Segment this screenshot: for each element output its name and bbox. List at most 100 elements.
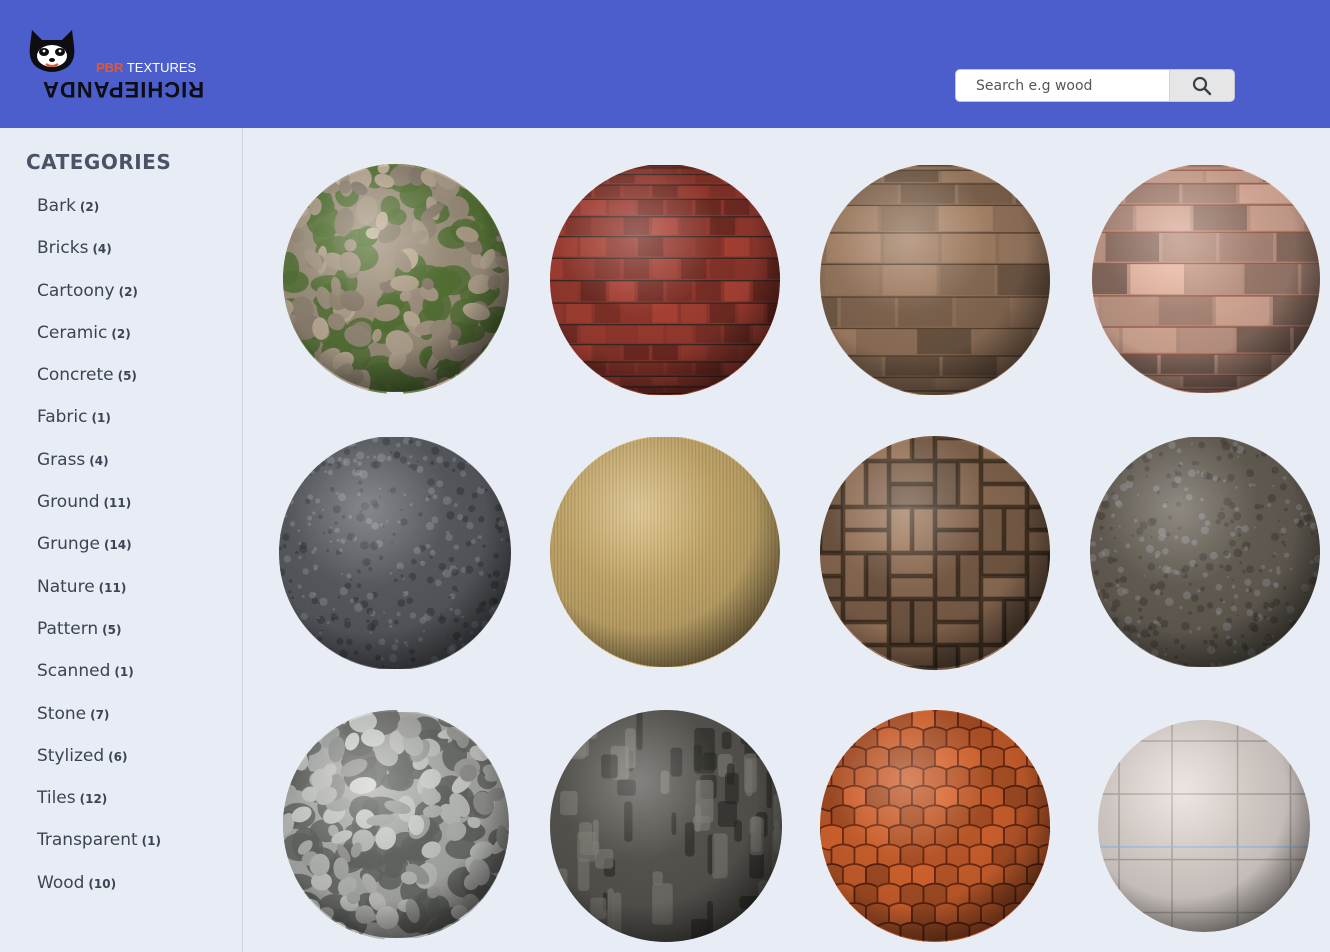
texture-sphere	[820, 436, 1050, 670]
category-count: (1)	[141, 834, 161, 849]
tree-bark-texture	[550, 710, 782, 942]
wood-planks-texture	[820, 165, 1050, 395]
texture-sphere	[550, 710, 782, 942]
category-item-tiles[interactable]: Tiles (12)	[37, 786, 161, 828]
category-item-cartoony[interactable]: Cartoony (2)	[37, 279, 161, 321]
category-label: Grunge	[37, 534, 100, 555]
search-button[interactable]	[1169, 70, 1234, 101]
category-item-stone[interactable]: Stone (7)	[37, 702, 161, 744]
category-list: Bark (2) Bricks (4) Cartoony (2) Ceramic (2)…	[37, 194, 161, 913]
knit-fabric-texture	[550, 437, 780, 667]
category-item-ground[interactable]: Ground (11)	[37, 490, 161, 532]
category-item-concrete[interactable]: Concrete (5)	[37, 363, 161, 405]
category-label: Grass	[37, 449, 86, 470]
texture-card-red-brick[interactable]	[548, 158, 788, 398]
sidebar-title: CATEGORIES	[26, 150, 172, 174]
category-label: Transparent	[37, 830, 138, 851]
category-count: (6)	[108, 749, 128, 764]
texture-card-herringbone-wood[interactable]	[818, 432, 1058, 672]
dark-asphalt-texture	[279, 436, 511, 669]
category-item-wood[interactable]: Wood (10)	[37, 871, 161, 913]
texture-card-forest-ground[interactable]	[1088, 432, 1328, 672]
category-count: (4)	[92, 242, 112, 257]
logo-brand: RICHIEPANDA	[42, 77, 205, 102]
texture-sphere	[283, 164, 509, 394]
category-label: Bark	[37, 196, 76, 216]
category-count: (1)	[114, 665, 134, 680]
category-label: Stone	[37, 703, 87, 724]
ceramic-tiles-texture	[1098, 720, 1310, 932]
category-label: Scanned	[37, 661, 111, 682]
category-label: Pattern	[37, 618, 99, 639]
category-count: (11)	[103, 496, 132, 511]
texture-card-mossy-cobblestone[interactable]	[280, 158, 520, 398]
texture-sphere	[820, 164, 1050, 396]
red-brick-texture	[550, 165, 780, 396]
herringbone-wood-texture	[820, 436, 1050, 670]
category-label: Nature	[37, 576, 95, 597]
texture-sphere	[283, 710, 509, 940]
roof-tiles-texture	[820, 710, 1050, 942]
forest-ground-texture	[1090, 436, 1320, 668]
texture-card-white-cobblestone[interactable]	[280, 706, 520, 946]
category-label: Ground	[37, 492, 100, 513]
category-item-stylized[interactable]: Stylized (6)	[37, 744, 161, 786]
category-count: (5)	[102, 622, 122, 637]
category-count: (14)	[103, 538, 132, 553]
category-label: Fabric	[37, 407, 88, 428]
category-count: (5)	[117, 369, 137, 384]
category-count: (7)	[90, 707, 110, 722]
category-count: (11)	[98, 580, 127, 595]
category-count: (2)	[79, 200, 100, 214]
category-item-transparent[interactable]: Transparent (1)	[37, 828, 161, 870]
texture-sphere	[1090, 436, 1320, 668]
category-sidebar: CATEGORIES Bark (2) Bricks (4) Cartoony (2)…	[0, 128, 243, 952]
category-item-ceramic[interactable]: Ceramic (2)	[37, 321, 161, 363]
category-item-bark[interactable]: Bark (2)	[37, 194, 161, 236]
texture-sphere	[1098, 720, 1310, 932]
category-item-nature[interactable]: Nature (11)	[37, 575, 161, 617]
category-item-fabric[interactable]: Fabric (1)	[37, 405, 161, 447]
search-icon	[1192, 76, 1212, 95]
category-label: Tiles	[37, 788, 76, 809]
category-label: Concrete	[37, 365, 114, 386]
category-item-bricks[interactable]: Bricks (4)	[37, 236, 161, 278]
category-count: (12)	[79, 792, 108, 807]
panda-logo-icon	[29, 30, 75, 72]
texture-card-weathered-red-planks[interactable]	[1090, 158, 1330, 398]
texture-card-ceramic-tiles[interactable]	[1096, 716, 1330, 952]
category-count: (2)	[118, 284, 138, 299]
texture-sphere	[550, 436, 780, 668]
texture-card-tree-bark[interactable]	[548, 706, 788, 946]
category-label: Stylized	[37, 745, 105, 766]
category-item-grass[interactable]: Grass (4)	[37, 448, 161, 490]
category-count: (10)	[88, 876, 117, 891]
site-header: PBR TEXTURES RICHIEPANDA	[0, 0, 1330, 128]
search-input[interactable]	[956, 70, 1170, 101]
search-bar	[955, 69, 1235, 102]
site-logo[interactable]: PBR TEXTURES RICHIEPANDA	[24, 26, 214, 102]
logo-pbr: PBR	[96, 60, 124, 75]
texture-sphere	[820, 710, 1050, 942]
category-item-pattern[interactable]: Pattern (5)	[37, 617, 161, 659]
category-label: Cartoony	[37, 280, 115, 301]
white-cobblestone-texture	[283, 710, 509, 940]
category-label: Ceramic	[37, 322, 108, 343]
texture-card-dark-asphalt[interactable]	[278, 432, 518, 672]
category-label: Wood	[37, 872, 85, 893]
texture-sphere	[550, 164, 780, 396]
texture-card-knit-fabric[interactable]	[548, 432, 788, 672]
logo-textures: TEXTURES	[126, 60, 197, 75]
category-item-grunge[interactable]: Grunge (14)	[37, 532, 161, 574]
texture-sphere	[1092, 164, 1320, 394]
category-item-scanned[interactable]: Scanned (1)	[37, 659, 161, 701]
texture-card-wood-planks[interactable]	[818, 158, 1058, 398]
texture-card-roof-tiles[interactable]	[818, 706, 1058, 946]
category-label: Bricks	[37, 238, 89, 259]
weathered-red-planks-texture	[1092, 165, 1320, 393]
texture-grid	[244, 128, 1330, 952]
category-count: (2)	[111, 326, 131, 341]
logo-tagline: PBR TEXTURES	[96, 60, 196, 75]
category-count: (1)	[91, 411, 111, 426]
texture-sphere	[279, 436, 511, 670]
